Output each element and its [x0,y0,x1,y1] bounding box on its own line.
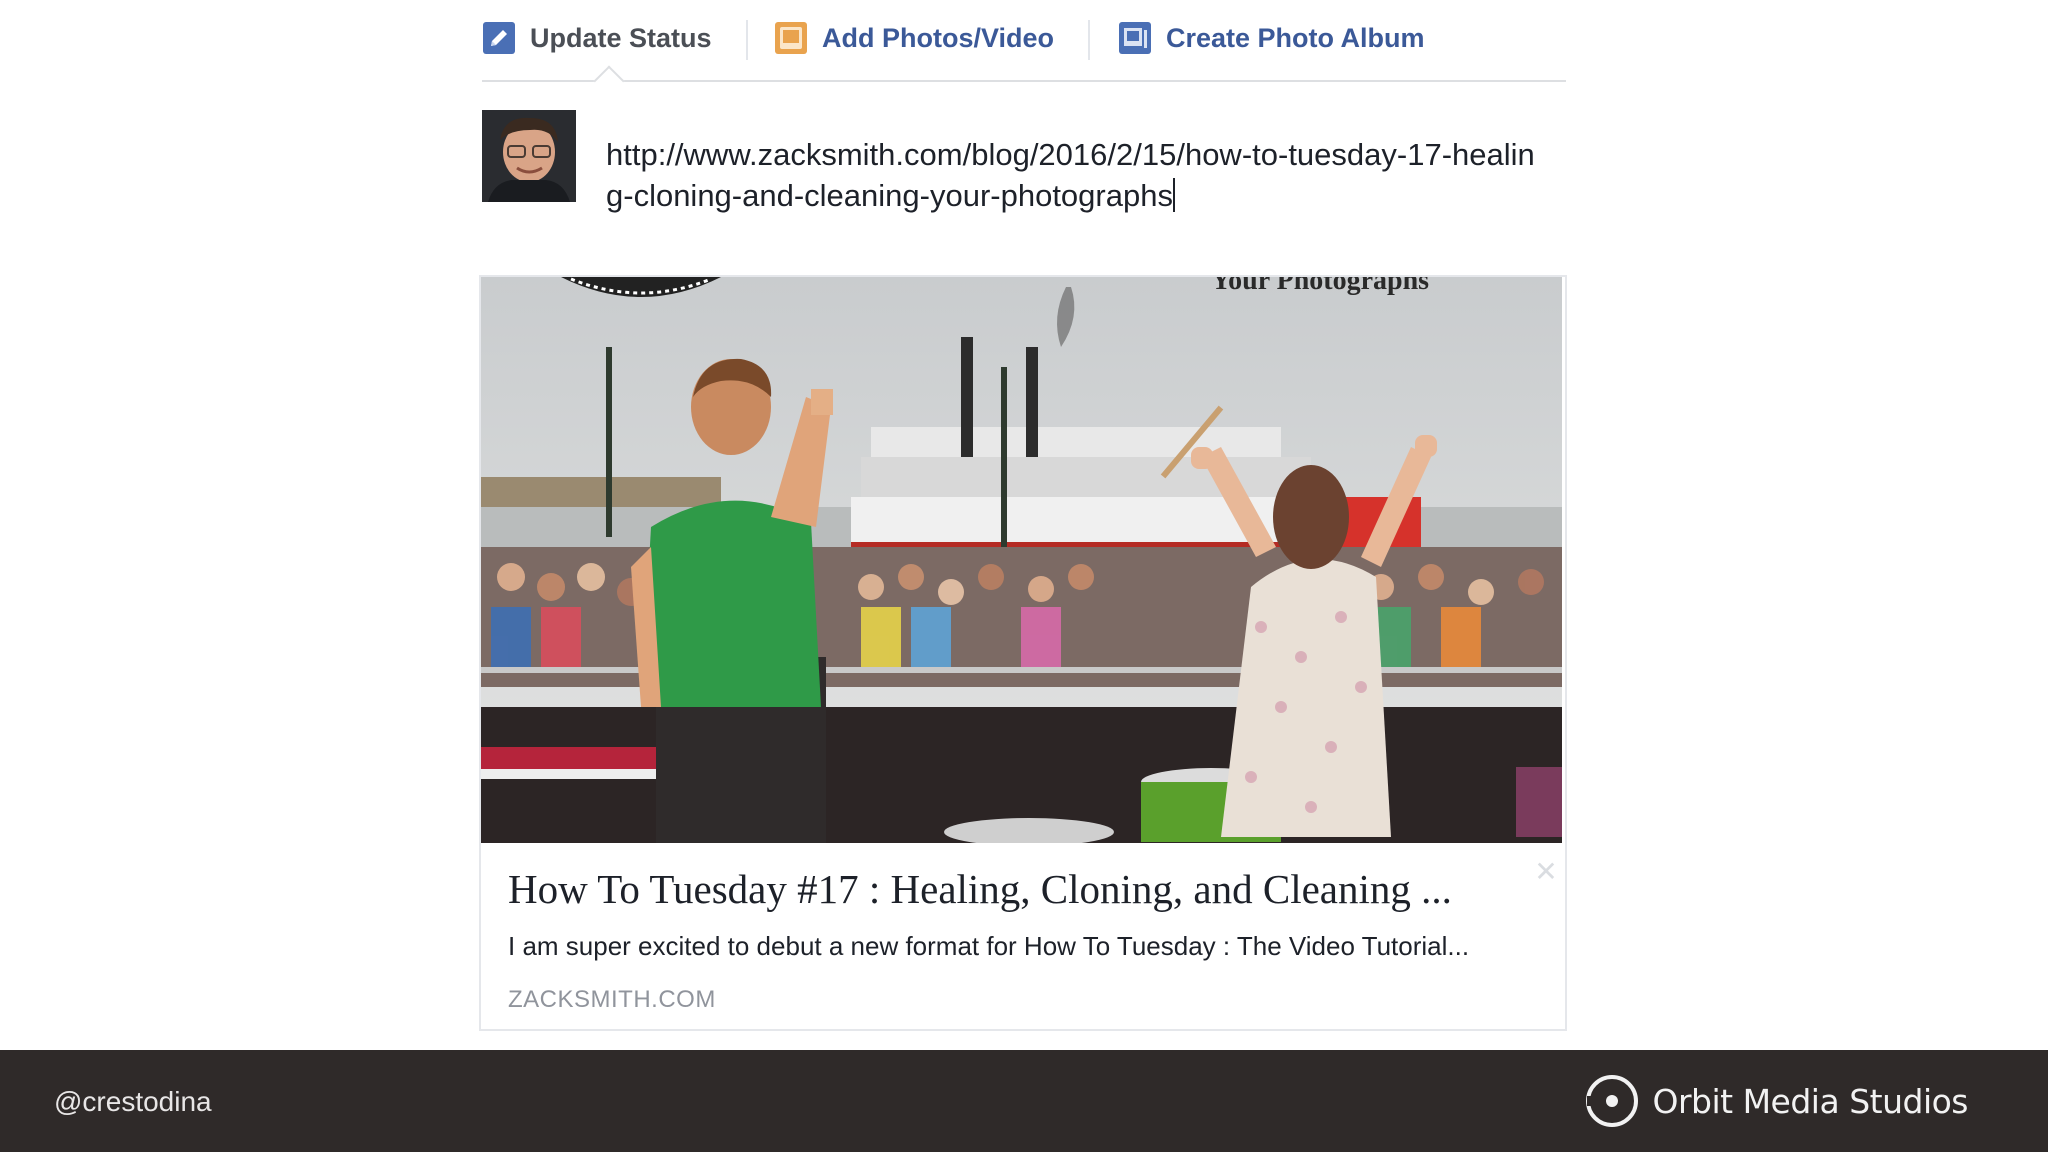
text-cursor [1172,178,1175,212]
pencil-icon [483,22,515,54]
concert-stage-photo [481,277,1562,843]
album-icon [1119,22,1151,54]
status-input-text: http://www.zacksmith.com/blog/2016/2/15/… [606,137,1535,213]
link-preview-domain: ZACKSMITH.COM [508,986,716,1013]
close-icon[interactable]: ✕ [1531,857,1561,887]
brand-name: Orbit Media Studios [1652,1081,1969,1121]
avatar[interactable] [482,110,576,202]
footer-bar: @crestodina Orbit Media Studios [0,1050,2048,1152]
link-preview-title[interactable]: How To Tuesday #17 : Healing, Cloning, a… [508,865,1528,913]
tab-divider [1088,20,1090,60]
image-overlay-text: Your Photographs [1211,277,1430,296]
tab-label: Update Status [530,22,712,53]
tab-label: Create Photo Album [1166,22,1425,53]
brand-logo: Orbit Media Studios [1585,1074,1969,1128]
tabs-divider-line [482,80,1566,82]
tab-add-photos-video[interactable]: Add Photos/Video [774,14,1054,62]
slide: Update Status Add Photos/Video Create Ph… [0,0,2048,1152]
link-preview-image[interactable]: Your Photographs [481,277,1562,843]
avatar-photo [482,110,576,202]
tab-label: Add Photos/Video [822,22,1055,53]
composer-tabs: Update Status Add Photos/Video Create Ph… [482,14,1566,78]
tab-update-status[interactable]: Update Status [482,14,712,62]
link-preview-description: I am super excited to debut a new format… [508,931,1470,961]
link-preview-card[interactable]: Your Photographs ✕ How To Tuesday #17 : … [479,275,1567,1031]
photo-icon [775,22,807,54]
orbit-logo-icon [1585,1075,1638,1127]
tab-create-photo-album[interactable]: Create Photo Album [1118,14,1425,62]
tab-divider [746,20,748,60]
status-input[interactable]: http://www.zacksmith.com/blog/2016/2/15/… [606,134,1536,216]
twitter-handle: @crestodina [54,1086,212,1117]
